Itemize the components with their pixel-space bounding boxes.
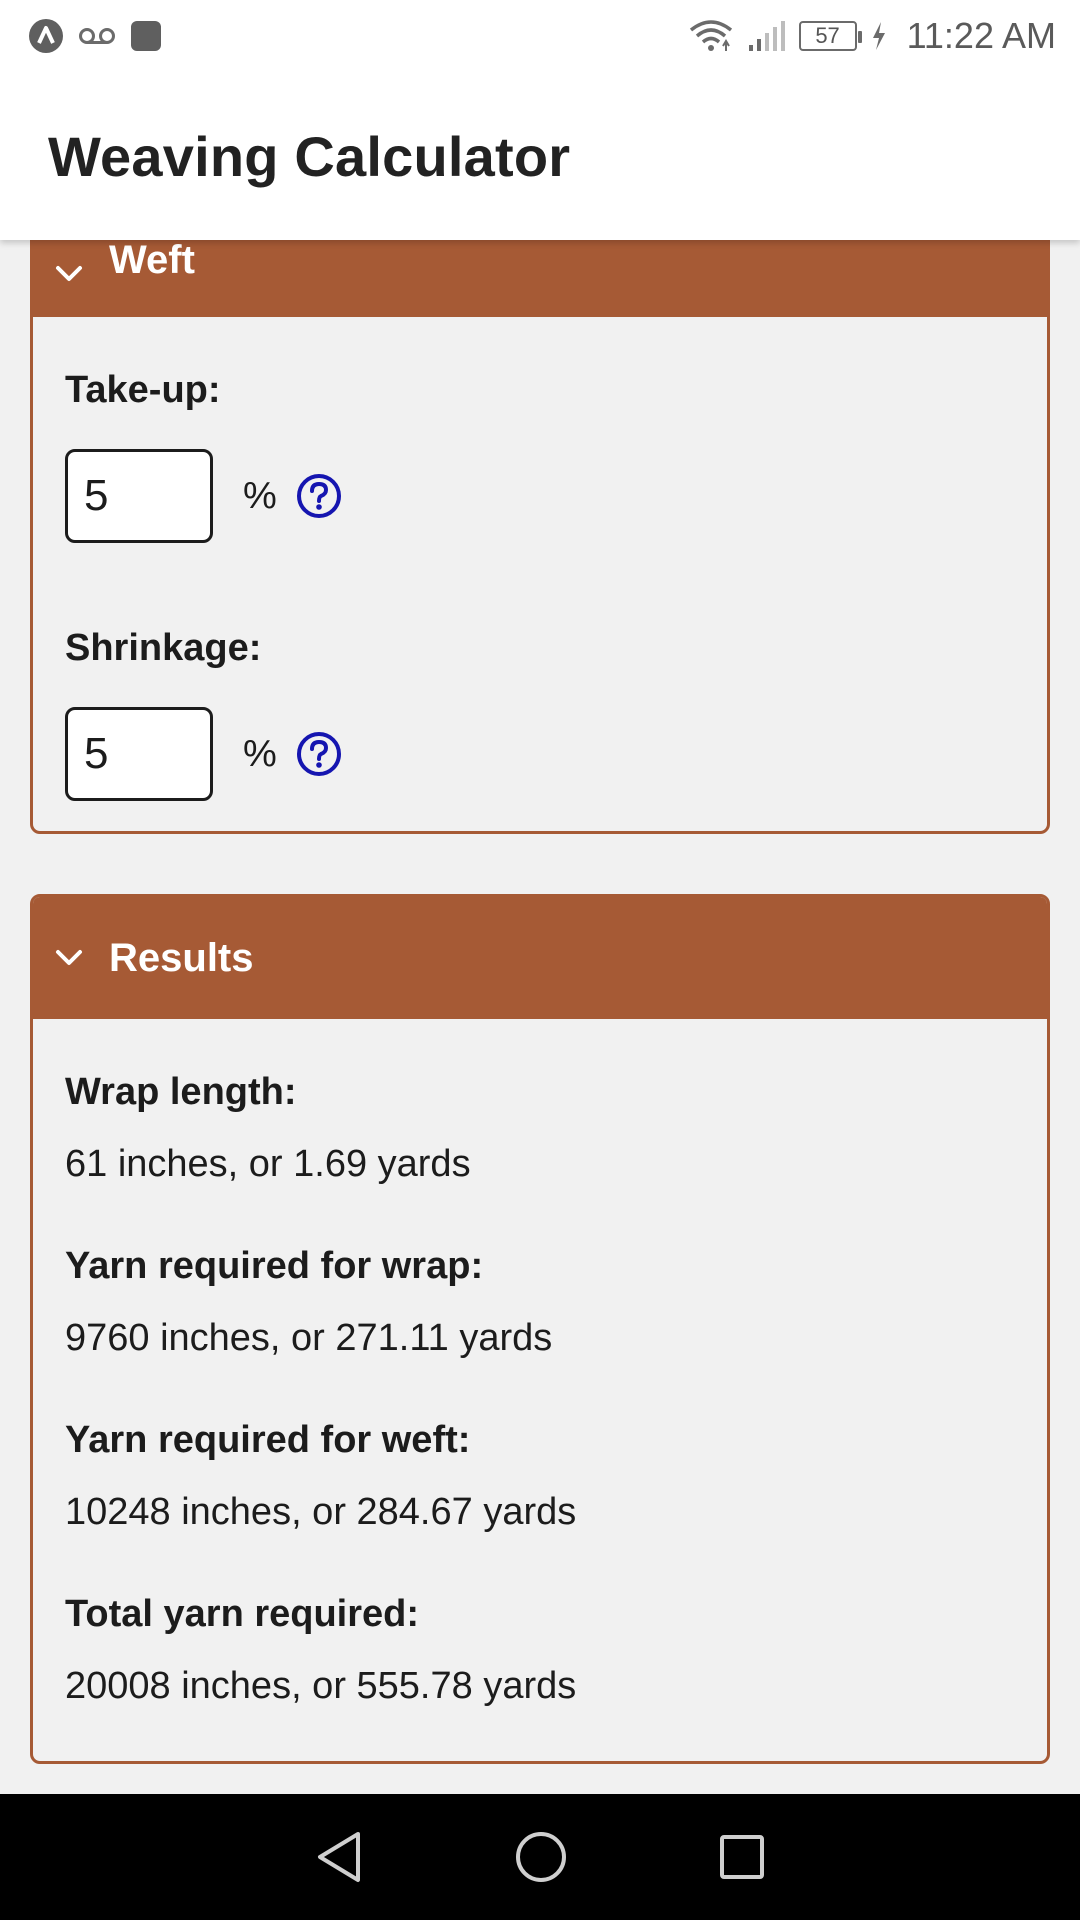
navigation-bar — [0, 1794, 1080, 1920]
takeup-unit: % — [243, 474, 277, 517]
shrinkage-unit: % — [243, 732, 277, 775]
app-bar: Weaving Calculator — [0, 72, 1080, 240]
charging-icon — [871, 21, 887, 51]
status-right-icons: 57 11:22 AM — [689, 15, 1056, 57]
yarn-wrap-value: 9760 inches, or 271.11 yards — [65, 1317, 553, 1359]
status-bar: 57 11:22 AM — [0, 0, 1080, 72]
square-notification-icon — [130, 20, 162, 52]
weft-panel-title: Weft — [109, 238, 195, 282]
page-title: Weaving Calculator — [48, 124, 571, 188]
back-button[interactable] — [314, 1830, 364, 1884]
chevron-down-icon — [55, 265, 83, 283]
wrap-length-label: Wrap length: — [65, 1071, 297, 1113]
results-panel-title: Results — [109, 935, 254, 980]
takeup-input[interactable] — [65, 449, 213, 543]
shrinkage-input[interactable] — [65, 707, 213, 801]
results-panel-header[interactable]: Results — [33, 897, 1047, 1019]
total-yarn-value: 20008 inches, or 555.78 yards — [65, 1665, 577, 1707]
shrinkage-help-icon[interactable] — [295, 730, 343, 778]
takeup-help-icon[interactable] — [295, 472, 343, 520]
yarn-weft-label: Yarn required for weft: — [65, 1419, 471, 1461]
voicemail-icon — [78, 26, 116, 46]
takeup-label: Take-up: — [65, 369, 221, 411]
weft-panel: Weft Take-up: % Shrinkage: % — [30, 190, 1050, 834]
shrinkage-row: % — [65, 707, 343, 801]
shrinkage-label: Shrinkage: — [65, 627, 262, 669]
yarn-wrap-label: Yarn required for wrap: — [65, 1245, 484, 1287]
recents-button[interactable] — [718, 1833, 766, 1881]
home-button[interactable] — [514, 1830, 568, 1884]
chevron-down-icon — [55, 949, 83, 967]
status-time: 11:22 AM — [906, 15, 1056, 56]
signal-icon — [747, 19, 785, 53]
wifi-icon — [689, 18, 733, 54]
status-left-icons — [28, 18, 162, 54]
yarn-weft-value: 10248 inches, or 284.67 yards — [65, 1491, 577, 1533]
battery-icon: 57 — [798, 21, 862, 51]
takeup-row: % — [65, 449, 343, 543]
total-yarn-label: Total yarn required: — [65, 1593, 420, 1635]
wrap-length-value: 61 inches, or 1.69 yards — [65, 1143, 471, 1185]
results-panel: Results Wrap length: 61 inches, or 1.69 … — [30, 894, 1050, 1764]
app-notification-icon — [28, 18, 64, 54]
